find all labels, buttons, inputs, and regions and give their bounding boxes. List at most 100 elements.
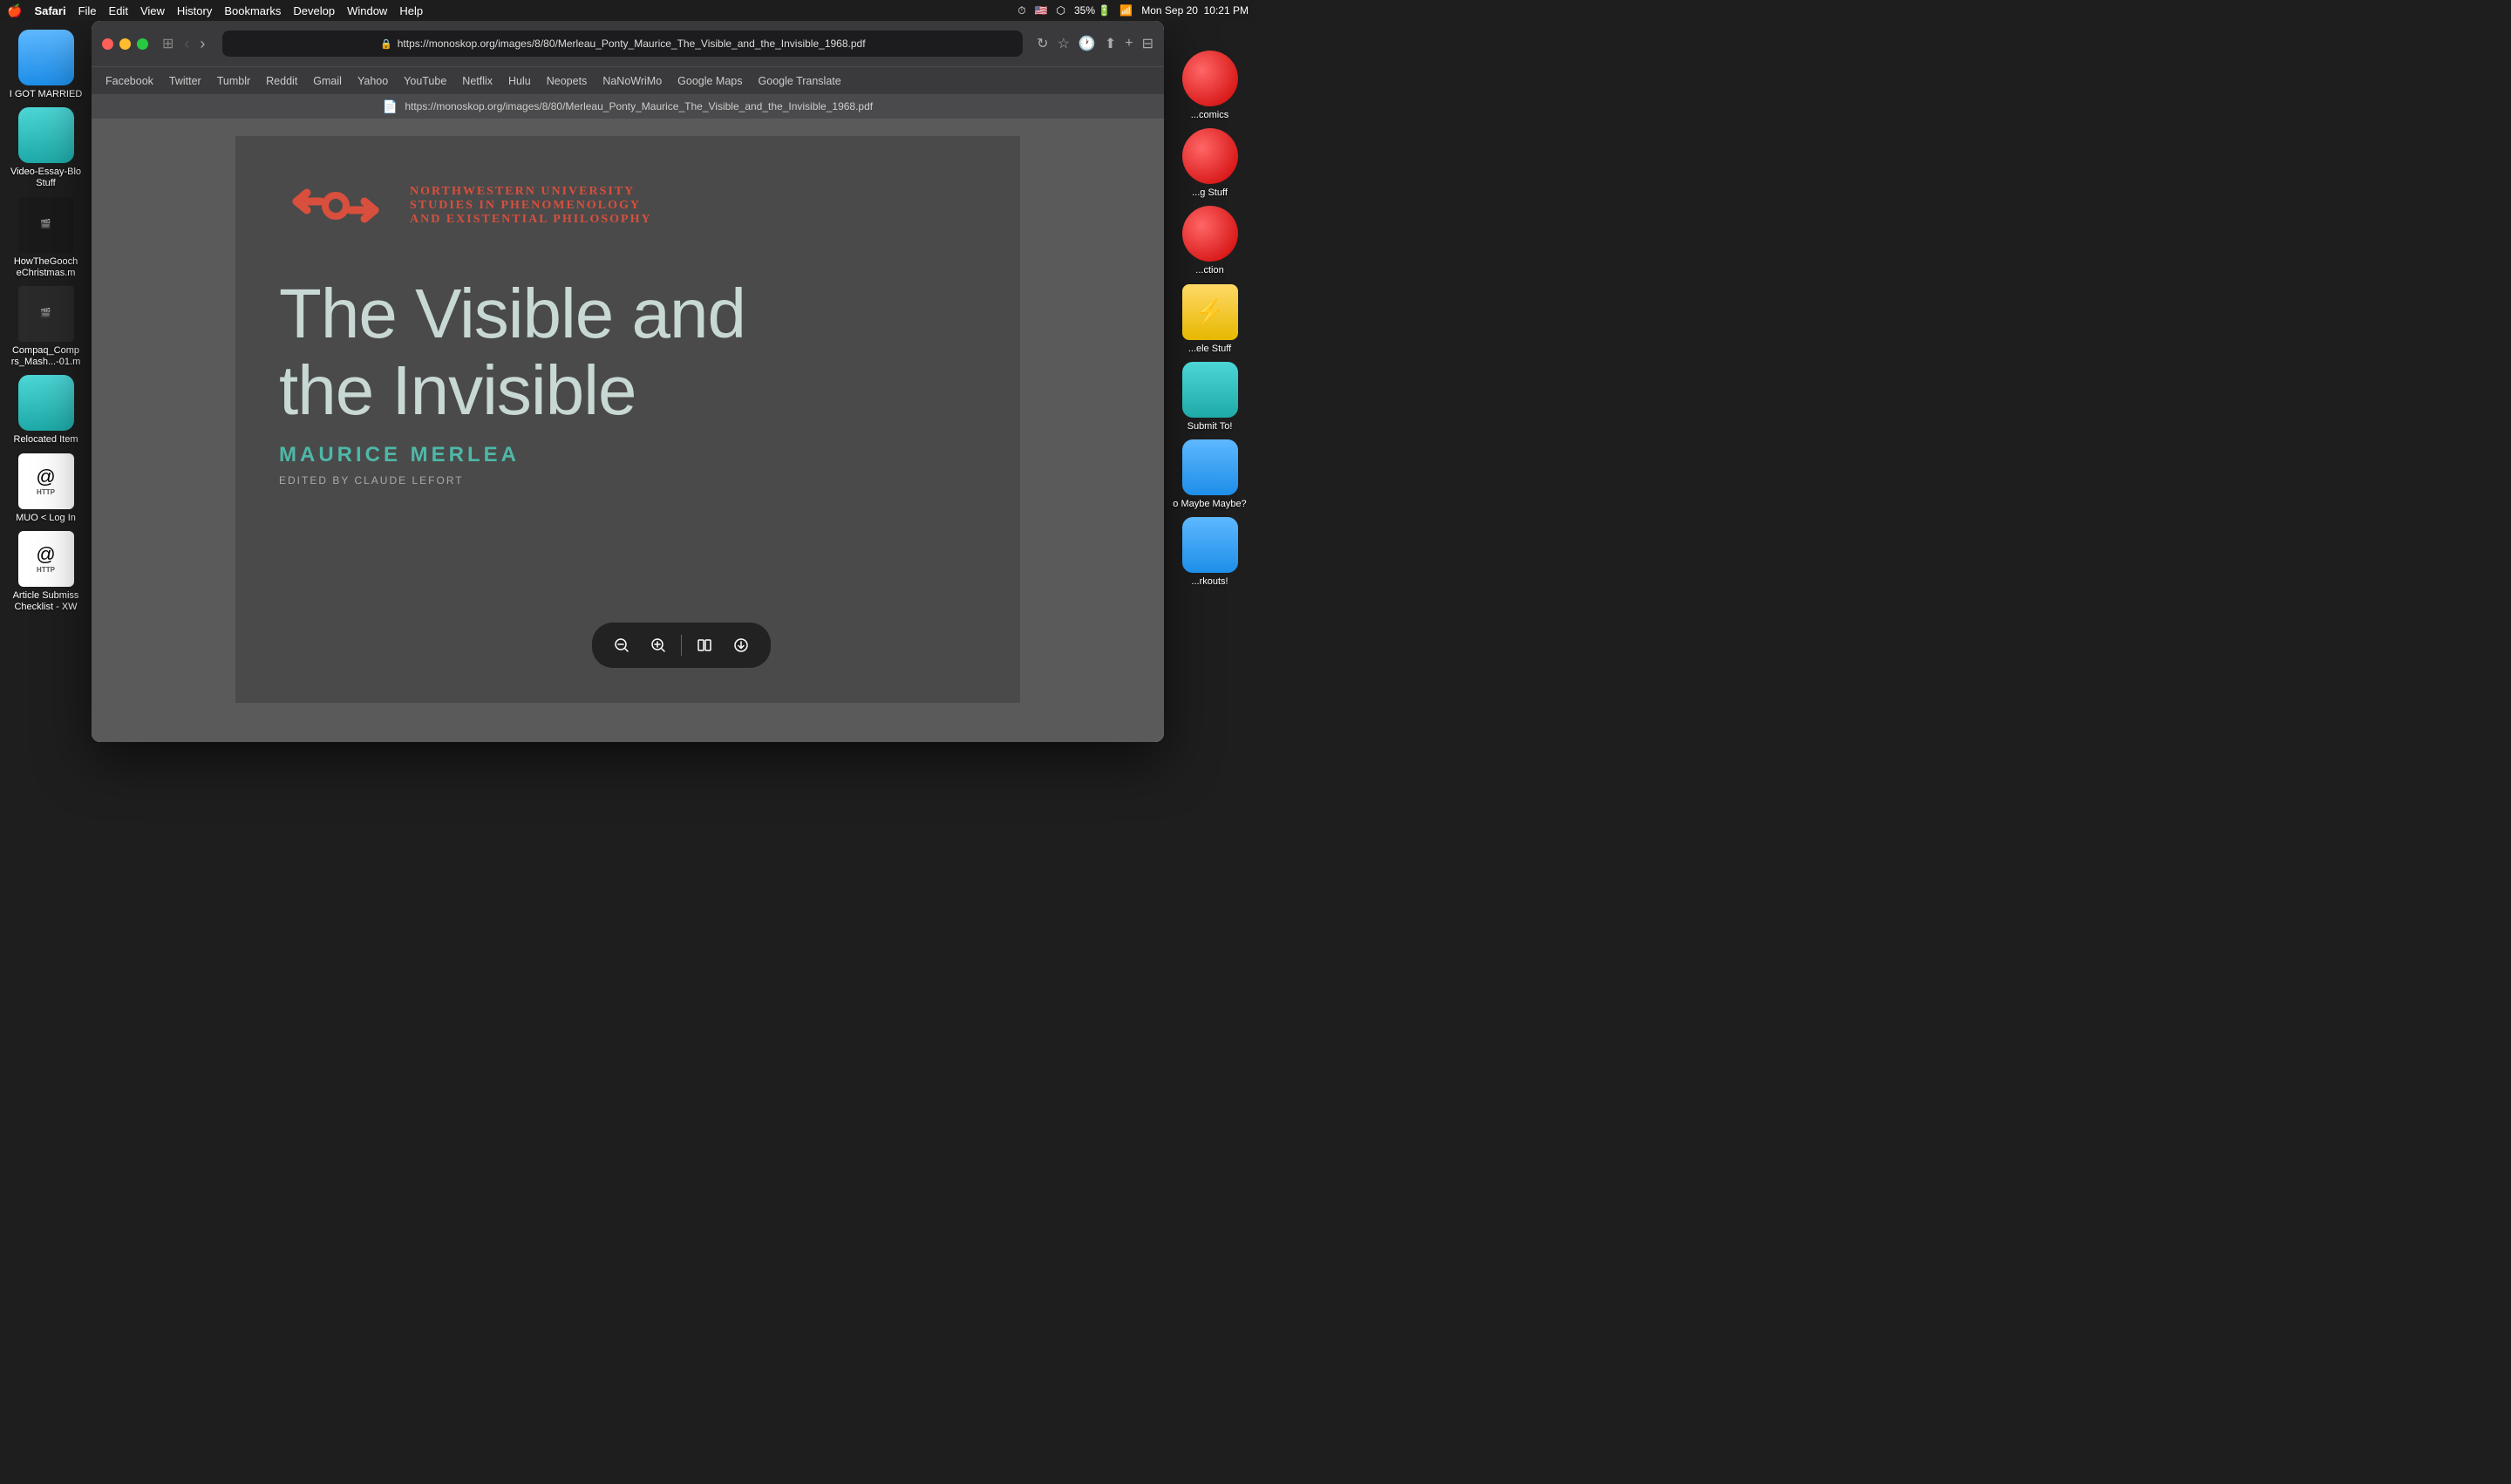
bookmark-youtube[interactable]: YouTube bbox=[404, 75, 446, 87]
icon-label-comics: ...comics bbox=[1191, 110, 1228, 121]
bookmark-neopets[interactable]: Neopets bbox=[547, 75, 588, 87]
lock-icon: 🔒 bbox=[380, 38, 392, 50]
nu-logo-area: NORTHWESTERN UNIVERSITY STUDIES IN PHENO… bbox=[279, 171, 976, 241]
menu-safari[interactable]: Safari bbox=[34, 4, 65, 17]
menu-history[interactable]: History bbox=[177, 4, 212, 17]
desktop-icon-submit[interactable]: Submit To! bbox=[1171, 362, 1249, 432]
right-sidebar: ...comics ...g Stuff ...ction ⚡ ...ele S… bbox=[1164, 42, 1256, 763]
browser-titlebar: ⊞ ‹ › 🔒 https://monoskop.org/images/8/80… bbox=[92, 21, 1164, 66]
menu-view[interactable]: View bbox=[140, 4, 165, 17]
menu-file[interactable]: File bbox=[78, 4, 97, 17]
fullscreen-button[interactable] bbox=[137, 38, 148, 50]
icon-label-fiction: ...ction bbox=[1195, 265, 1223, 276]
menubar-left: 🍎 Safari File Edit View History Bookmark… bbox=[7, 3, 423, 18]
history-button[interactable]: 🕐 bbox=[1079, 35, 1096, 52]
bookmark-button[interactable]: ☆ bbox=[1058, 35, 1070, 52]
minimize-button[interactable] bbox=[119, 38, 131, 50]
icon-label-relocated: Relocated Item bbox=[14, 434, 78, 446]
icon-fiction bbox=[1182, 206, 1238, 262]
icon-label-stuff: ...g Stuff bbox=[1192, 187, 1228, 199]
menu-bluetooth: ⬡ bbox=[1057, 4, 1065, 17]
desktop-icon-relocated[interactable]: Relocated Item bbox=[7, 375, 85, 446]
northwestern-logo bbox=[279, 171, 392, 241]
pdf-overlay-toolbar bbox=[592, 623, 771, 668]
bookmark-nanowrimo[interactable]: NaNoWriMo bbox=[602, 75, 662, 87]
nu-text: NORTHWESTERN UNIVERSITY STUDIES IN PHENO… bbox=[410, 185, 652, 227]
desktop-icon-compaq[interactable]: 🎬 Compaq_Comp rs_Mash...-01.m bbox=[7, 286, 85, 368]
red-circle-comics bbox=[1182, 51, 1238, 106]
pdf-url-text: https://monoskop.org/images/8/80/Merleau… bbox=[405, 100, 873, 112]
desktop-icon-married[interactable]: I GOT MARRIED bbox=[7, 30, 85, 100]
desktop-icon-maybe[interactable]: o Maybe Maybe? bbox=[1171, 439, 1249, 510]
menu-datetime: Mon Sep 20 10:21 PM bbox=[1141, 4, 1249, 17]
bookmark-yahoo[interactable]: Yahoo bbox=[357, 75, 388, 87]
new-tab-button[interactable]: + bbox=[1125, 36, 1133, 51]
bookmark-tumblr[interactable]: Tumblr bbox=[217, 75, 250, 87]
traffic-lights bbox=[102, 38, 148, 50]
bookmark-google-translate[interactable]: Google Translate bbox=[759, 75, 841, 87]
zoom-in-button[interactable] bbox=[643, 630, 674, 661]
bookmark-facebook[interactable]: Facebook bbox=[105, 75, 153, 87]
back-button[interactable]: ‹ bbox=[180, 33, 193, 55]
apple-menu[interactable]: 🍎 bbox=[7, 3, 22, 18]
desktop-icon-muo[interactable]: @ HTTP MUO < Log In bbox=[7, 453, 85, 524]
http-icon-muo: @ HTTP bbox=[18, 453, 74, 509]
menu-develop[interactable]: Develop bbox=[293, 4, 335, 17]
pdf-content: NORTHWESTERN UNIVERSITY STUDIES IN PHENO… bbox=[92, 119, 1164, 742]
forward-button[interactable]: › bbox=[196, 33, 208, 55]
toolbar-separator bbox=[681, 635, 682, 656]
sidebar-toggle-button[interactable]: ⊞ bbox=[162, 35, 174, 52]
bookmark-netflix[interactable]: Netflix bbox=[462, 75, 493, 87]
share-button[interactable]: ⬆ bbox=[1105, 35, 1116, 52]
zoom-out-button[interactable] bbox=[606, 630, 637, 661]
book-title-line2: the Invisible bbox=[279, 352, 976, 429]
folder-icon-relocated bbox=[18, 375, 74, 431]
icon-label-maybe: o Maybe Maybe? bbox=[1173, 499, 1246, 510]
menu-window[interactable]: Window bbox=[347, 4, 387, 17]
icon-label-submit: Submit To! bbox=[1187, 421, 1233, 432]
desktop-icon-howthegooch[interactable]: 🎬 HowTheGooch eChristmas.m bbox=[7, 197, 85, 279]
left-sidebar: I GOT MARRIED Video-Essay-Blo Stuff 🎬 Ho… bbox=[0, 21, 92, 742]
nu-line1: NORTHWESTERN UNIVERSITY bbox=[410, 185, 652, 199]
menu-edit[interactable]: Edit bbox=[109, 4, 128, 17]
desktop-icon-ele-stuff[interactable]: ⚡ ...ele Stuff bbox=[1171, 284, 1249, 355]
bookmark-twitter[interactable]: Twitter bbox=[169, 75, 201, 87]
desktop-icon-workouts[interactable]: ...rkouts! bbox=[1171, 517, 1249, 588]
url-text: https://monoskop.org/images/8/80/Merleau… bbox=[398, 37, 866, 50]
pdf-page: NORTHWESTERN UNIVERSITY STUDIES IN PHENO… bbox=[235, 136, 1020, 703]
menu-battery: 35% 🔋 bbox=[1074, 4, 1111, 17]
icon-label-muo: MUO < Log In bbox=[16, 513, 76, 524]
desktop-icon-video-essay[interactable]: Video-Essay-Blo Stuff bbox=[7, 107, 85, 189]
desktop-icon-stuff[interactable]: ...g Stuff bbox=[1171, 128, 1249, 199]
book-editor: EDITED BY CLAUDE LEFORT bbox=[279, 474, 976, 487]
icon-label-ele-stuff: ...ele Stuff bbox=[1188, 344, 1231, 355]
desktop-icon-fiction[interactable]: ...ction bbox=[1171, 206, 1249, 276]
pdf-file-icon: 📄 bbox=[383, 99, 398, 114]
icon-comics bbox=[1182, 51, 1238, 106]
reload-button[interactable]: ↻ bbox=[1037, 35, 1048, 52]
icon-ele-stuff: ⚡ bbox=[1182, 284, 1238, 340]
bookmark-google-maps[interactable]: Google Maps bbox=[677, 75, 742, 87]
download-button[interactable] bbox=[725, 630, 757, 661]
http-icon-article: @ HTTP bbox=[18, 531, 74, 587]
desktop-icon-article[interactable]: @ HTTP Article Submiss Checklist - XW bbox=[7, 531, 85, 613]
bookmark-gmail[interactable]: Gmail bbox=[313, 75, 342, 87]
icon-label-workouts: ...rkouts! bbox=[1191, 576, 1228, 588]
folder-icon-married bbox=[18, 30, 74, 85]
toolbar-actions: ↻ ☆ 🕐 ⬆ + ⊟ bbox=[1037, 35, 1153, 52]
menu-wifi: 📶 bbox=[1119, 4, 1133, 17]
url-bar[interactable]: 🔒 https://monoskop.org/images/8/80/Merle… bbox=[222, 31, 1023, 57]
page-view-button[interactable] bbox=[689, 630, 720, 661]
icon-label-married: I GOT MARRIED bbox=[10, 89, 83, 100]
book-author: MAURICE MERLEA bbox=[279, 443, 976, 467]
close-button[interactable] bbox=[102, 38, 113, 50]
icon-label-gooch: HowTheGooch eChristmas.m bbox=[8, 256, 85, 279]
menu-bookmarks[interactable]: Bookmarks bbox=[224, 4, 281, 17]
bookmark-hulu[interactable]: Hulu bbox=[508, 75, 531, 87]
icon-stuff bbox=[1182, 128, 1238, 184]
menu-help[interactable]: Help bbox=[399, 4, 423, 17]
tab-overview-button[interactable]: ⊟ bbox=[1142, 35, 1153, 52]
bookmark-reddit[interactable]: Reddit bbox=[266, 75, 297, 87]
folder-icon-workouts bbox=[1182, 517, 1238, 573]
desktop-icon-comics[interactable]: ...comics bbox=[1171, 51, 1249, 121]
